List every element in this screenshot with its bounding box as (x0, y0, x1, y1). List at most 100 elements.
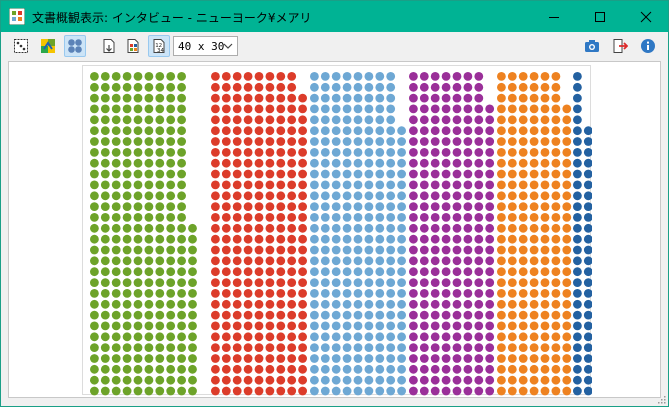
segment-dot-green[interactable] (177, 245, 186, 255)
segment-dot-purple[interactable] (419, 354, 429, 363)
segment-dot-purple[interactable] (463, 386, 473, 396)
segment-dot-purple[interactable] (430, 82, 440, 92)
segment-dot-purple[interactable] (409, 267, 418, 277)
segment-dot-orange[interactable] (497, 126, 506, 136)
segment-dot-red[interactable] (221, 299, 231, 309)
segment-dot-lightblue[interactable] (342, 158, 352, 168)
segment-dot-orange[interactable] (518, 278, 528, 287)
segment-dot-lightblue[interactable] (353, 93, 363, 103)
segment-dot-red[interactable] (254, 82, 264, 92)
segment-dot-red[interactable] (211, 289, 220, 298)
segment-dot-green[interactable] (133, 82, 143, 92)
segment-dot-lightblue[interactable] (310, 169, 319, 179)
segment-dot-red[interactable] (221, 354, 231, 363)
segment-dot-purple[interactable] (452, 115, 462, 125)
segment-dot-orange[interactable] (507, 256, 517, 266)
segment-dot-orange[interactable] (540, 256, 550, 266)
segment-dot-lightblue[interactable] (331, 180, 341, 190)
segment-dot-lightblue[interactable] (353, 310, 363, 320)
segment-dot-orange[interactable] (507, 158, 517, 168)
segment-dot-green[interactable] (90, 245, 99, 255)
segment-dot-green[interactable] (166, 364, 176, 374)
segment-dot-darkblue[interactable] (573, 278, 582, 287)
segment-dot-red[interactable] (287, 310, 297, 320)
segment-dot-red[interactable] (298, 299, 307, 309)
segment-dot-lightblue[interactable] (310, 104, 319, 114)
segment-dot-purple[interactable] (419, 332, 429, 342)
segment-dot-purple[interactable] (474, 180, 484, 190)
segment-dot-red[interactable] (232, 104, 242, 114)
segment-dot-orange[interactable] (529, 115, 539, 125)
segment-dot-purple[interactable] (463, 158, 473, 168)
segment-dot-green[interactable] (155, 169, 165, 179)
segment-dot-red[interactable] (232, 267, 242, 277)
segment-dot-purple[interactable] (463, 299, 473, 309)
segment-dot-green[interactable] (122, 202, 132, 212)
segment-dot-green[interactable] (166, 234, 176, 244)
segment-dot-lightblue[interactable] (320, 256, 330, 266)
segment-dot-green[interactable] (177, 180, 186, 190)
segment-dot-red[interactable] (254, 104, 264, 114)
segment-dot-red[interactable] (243, 267, 253, 277)
segment-dot-red[interactable] (276, 191, 286, 201)
segment-dot-green[interactable] (90, 234, 99, 244)
segment-dot-lightblue[interactable] (353, 245, 363, 255)
segment-dot-green[interactable] (166, 321, 176, 331)
segment-dot-green[interactable] (90, 223, 99, 233)
segment-dot-purple[interactable] (474, 299, 484, 309)
segment-dot-orange[interactable] (540, 354, 550, 363)
segment-dot-purple[interactable] (474, 148, 484, 157)
segment-dot-green[interactable] (188, 354, 197, 363)
segment-dot-orange[interactable] (540, 148, 550, 157)
segment-dot-lightblue[interactable] (353, 213, 363, 222)
segment-dot-red[interactable] (254, 169, 264, 179)
segment-dot-green[interactable] (166, 158, 176, 168)
segment-dot-green[interactable] (111, 256, 121, 266)
segment-dot-lightblue[interactable] (364, 223, 374, 233)
segment-dot-red[interactable] (243, 158, 253, 168)
segment-dot-lightblue[interactable] (397, 386, 406, 396)
segment-dot-purple[interactable] (474, 234, 484, 244)
segment-dot-purple[interactable] (419, 93, 429, 103)
segment-dot-lightblue[interactable] (397, 223, 406, 233)
segment-dot-purple[interactable] (485, 289, 495, 298)
segment-dot-purple[interactable] (430, 104, 440, 114)
segment-dot-green[interactable] (122, 256, 132, 266)
segment-dot-orange[interactable] (529, 223, 539, 233)
segment-dot-purple[interactable] (474, 386, 484, 396)
segment-dot-purple[interactable] (430, 343, 440, 352)
segment-dot-lightblue[interactable] (320, 354, 330, 363)
segment-dot-red[interactable] (221, 82, 231, 92)
segment-dot-green[interactable] (188, 343, 197, 352)
segment-dot-lightblue[interactable] (320, 191, 330, 201)
segment-dot-orange[interactable] (518, 267, 528, 277)
segment-dot-darkblue[interactable] (583, 223, 592, 233)
segment-dot-purple[interactable] (474, 72, 484, 81)
segment-dot-orange[interactable] (497, 321, 506, 331)
segment-dot-orange[interactable] (562, 137, 572, 146)
segment-dot-lightblue[interactable] (397, 234, 406, 244)
segment-dot-lightblue[interactable] (386, 267, 396, 277)
segment-dot-green[interactable] (188, 386, 197, 396)
segment-dot-red[interactable] (298, 169, 307, 179)
segment-dot-orange[interactable] (518, 180, 528, 190)
segment-dot-red[interactable] (221, 278, 231, 287)
segment-dot-red[interactable] (287, 289, 297, 298)
segment-dot-green[interactable] (188, 321, 197, 331)
segment-dot-purple[interactable] (452, 213, 462, 222)
segment-dot-red[interactable] (211, 169, 220, 179)
segment-dot-red[interactable] (211, 104, 220, 114)
segment-dot-green[interactable] (90, 321, 99, 331)
segment-dot-purple[interactable] (430, 299, 440, 309)
segment-dot-purple[interactable] (474, 158, 484, 168)
segment-dot-orange[interactable] (551, 267, 561, 277)
segment-dot-green[interactable] (177, 332, 186, 342)
segment-dot-darkblue[interactable] (583, 364, 592, 374)
segment-dot-lightblue[interactable] (386, 72, 396, 81)
segment-dot-red[interactable] (298, 354, 307, 363)
segment-dot-purple[interactable] (463, 321, 473, 331)
segment-dot-purple[interactable] (474, 267, 484, 277)
segment-dot-green[interactable] (166, 213, 176, 222)
segment-dot-green[interactable] (166, 115, 176, 125)
segment-dot-lightblue[interactable] (353, 169, 363, 179)
